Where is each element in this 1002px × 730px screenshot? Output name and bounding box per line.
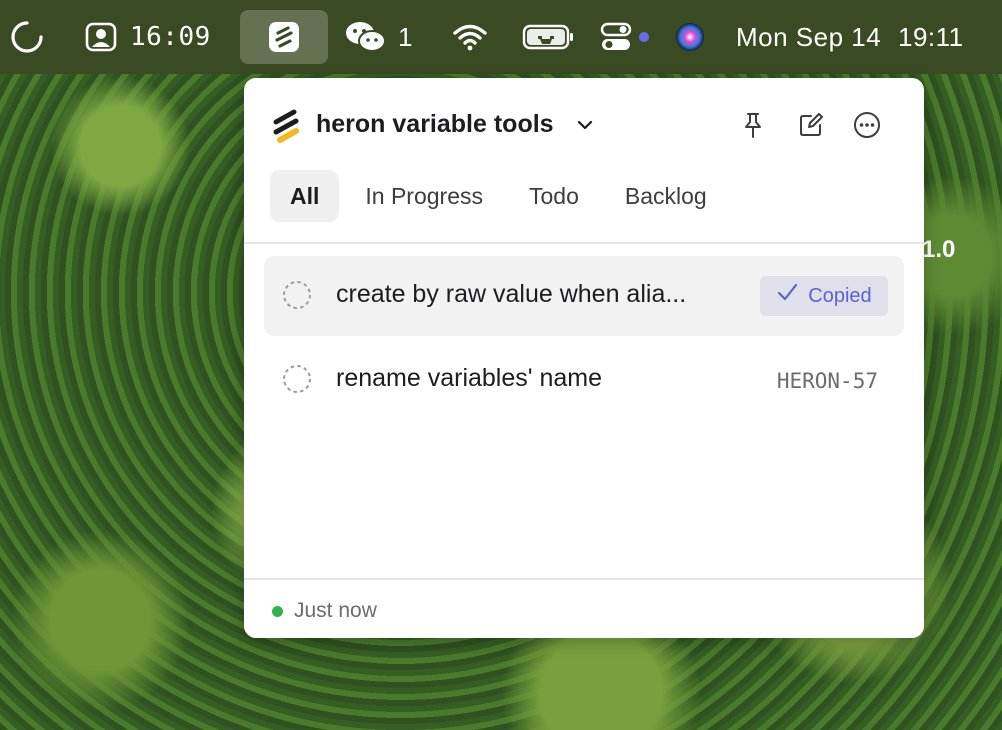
battery-charging-icon[interactable] [522,0,576,74]
sync-status-dot [272,606,283,617]
control-center-icon[interactable] [600,0,632,74]
siri-icon[interactable] [674,0,706,74]
tab-all[interactable]: All [270,170,340,222]
copied-label: Copied [808,284,872,307]
indicator-dot-icon [639,0,649,74]
menubar-time[interactable]: 19:11 [898,0,964,74]
sync-status-text: Just now [294,599,377,622]
menu-bar: 16:09 1 Mon Sep 14 19:11 [0,0,1002,74]
linear-popup-panel: heron variable tools All In Progress Tod… [244,78,924,638]
tab-backlog[interactable]: Backlog [605,170,727,222]
header-divider [244,242,924,244]
issue-title: rename variables' name [336,364,603,392]
wechat-badge-count: 1 [398,21,413,52]
linear-app-icon[interactable] [240,10,328,64]
tab-in-progress[interactable]: In Progress [345,170,503,222]
team-logo-icon [272,108,302,144]
checkmark-icon [776,283,798,309]
team-name[interactable]: heron variable tools [316,110,554,139]
compose-icon[interactable] [796,110,826,140]
pin-icon[interactable] [738,110,768,140]
clock-left[interactable]: 16:09 [130,0,211,74]
copied-badge: Copied [760,276,888,316]
issue-title: create by raw value when alia... [336,280,687,308]
popup-header: heron variable tools [244,78,924,178]
loading-circle-icon[interactable] [10,0,44,74]
wechat-icon[interactable] [344,0,388,74]
issue-row[interactable]: rename variables' name HERON-57 [264,340,904,420]
wifi-icon[interactable] [452,0,488,74]
issue-row[interactable]: create by raw value when alia... Copied [264,256,904,336]
filter-tabs: All In Progress Todo Backlog [270,170,727,222]
issue-id[interactable]: HERON-57 [777,369,878,393]
tab-todo[interactable]: Todo [509,170,599,222]
chevron-down-icon[interactable] [576,116,594,134]
popup-footer: Just now [244,580,924,638]
menubar-date[interactable]: Mon Sep 14 [736,0,881,74]
backlog-status-icon[interactable] [282,280,312,310]
background-window-text: 1.0 [922,236,956,263]
user-card-icon[interactable] [84,0,118,74]
backlog-status-icon[interactable] [282,364,312,394]
more-icon[interactable] [852,110,882,140]
